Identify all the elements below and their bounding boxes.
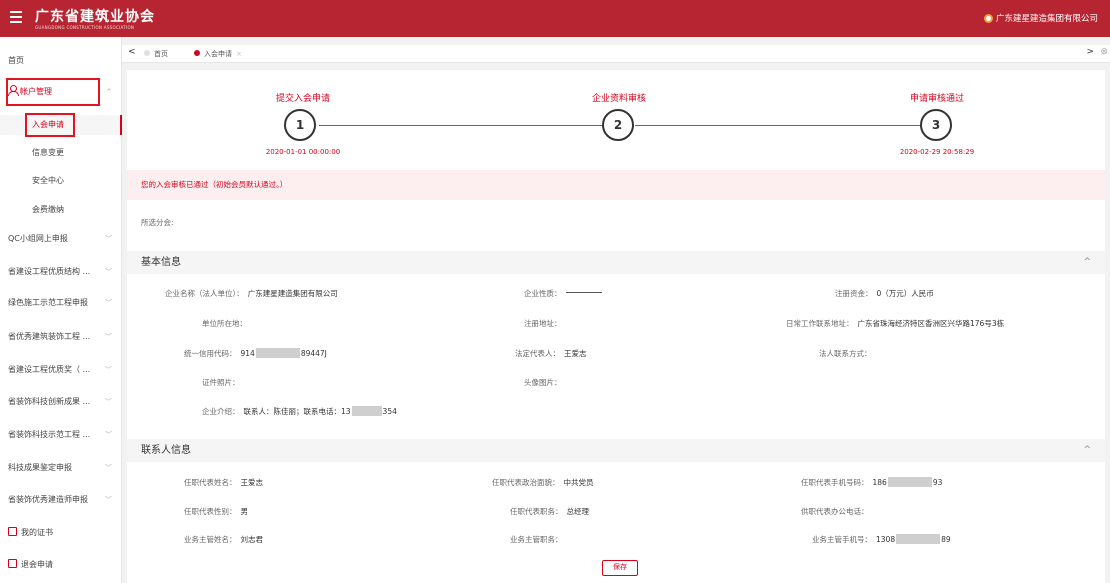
step-2-circle: 2 — [602, 109, 634, 141]
field-rep-phone: 任职代表手机号码： 186 93 — [801, 477, 943, 487]
logo-subtitle: GUANGDONG CONSTRUCTION ASSOCIATION — [35, 25, 135, 30]
chevron-up-icon: ^ — [106, 88, 112, 96]
sidebar-item-qc[interactable]: QC小组网上申报 ﹀ — [0, 229, 122, 249]
certificate-icon — [8, 527, 17, 536]
save-button[interactable]: 保存 — [602, 560, 638, 576]
field-cert-photo: 证件照片： — [202, 378, 240, 387]
chevron-down-icon: ﹀ — [105, 398, 112, 406]
sidebar-item-tech-demo[interactable]: 省装饰科技示范工程 ... ﹀ — [0, 425, 122, 445]
collapse-icon[interactable]: ^ — [1083, 439, 1091, 462]
sidebar-item-security[interactable]: 安全中心 — [0, 171, 122, 191]
chevron-down-icon: ﹀ — [105, 496, 112, 504]
redacted-mask — [887, 477, 932, 487]
tab-home[interactable]: 首页 — [144, 46, 168, 62]
chevron-down-icon: ﹀ — [105, 235, 112, 243]
highlight-box-account — [6, 78, 100, 106]
step-3-title: 申请审核通过 — [909, 94, 965, 104]
field-company-name: 企业名称（法人单位）： 广东建星建造集团有限公司 — [165, 289, 338, 298]
redacted-mask — [255, 348, 300, 358]
field-rep-name: 任职代表姓名： 王爱志 — [184, 478, 263, 487]
sidebar-item-info-change[interactable]: 信息变更 — [0, 143, 122, 163]
sidebar-item-quality-structure[interactable]: 省建设工程优质结构 ... ﹀ — [0, 262, 122, 282]
collapse-icon[interactable]: ^ — [1083, 251, 1091, 274]
tabs-next-button[interactable]: > — [1086, 47, 1094, 57]
main-content: 提交入会申请 企业资料审核 申请审核通过 1 2 3 2020-01-01 00… — [127, 70, 1105, 583]
sidebar-item-builder-award[interactable]: 省装饰优秀建造师申报 ﹀ — [0, 490, 122, 510]
tabs-bar: < 首页 入会申请 × > ⊗ — [122, 45, 1110, 63]
step-1-circle: 1 — [284, 109, 316, 141]
approval-alert: 您的入会审核已通过（初始会员默认通过。） — [127, 170, 1105, 200]
sidebar: 首页 帐户管理 ^ 入会申请 信息变更 安全中心 会费缴纳 QC小组网上申报 ﹀ … — [0, 37, 122, 583]
field-manager-title: 业务主管职务： — [510, 535, 563, 544]
sidebar-item-home[interactable]: 首页 — [0, 51, 122, 71]
sidebar-item-quality-award[interactable]: 省建设工程优质奖（ ... ﹀ — [0, 360, 122, 380]
step-connector — [635, 125, 921, 126]
tabs-close-all-icon[interactable]: ⊗ — [1100, 47, 1108, 57]
field-rep-politics: 任职代表政治面貌： 中共党员 — [492, 478, 594, 487]
redacted-mask — [896, 534, 941, 544]
tab-close-icon[interactable]: × — [236, 50, 242, 58]
withdraw-icon — [8, 559, 17, 568]
section-title: 联系人信息 — [141, 445, 191, 456]
field-credit-code: 统一信用代码： 914 89447J — [184, 348, 327, 358]
field-legal-contact: 法人联系方式： — [819, 349, 872, 358]
field-capital: 注册资金： 0（万元）人民币 — [835, 289, 934, 298]
field-manager-name: 业务主管姓名： 刘志君 — [184, 535, 263, 544]
sidebar-item-tech-innovation[interactable]: 省装饰科技创新成果 ... ﹀ — [0, 392, 122, 412]
field-intro: 企业介绍： 联系人：陈佳丽；联系电话：13 354 — [202, 406, 397, 416]
chevron-down-icon: ﹀ — [105, 431, 112, 439]
sidebar-item-withdraw[interactable]: 退会申请 — [0, 555, 122, 575]
chevron-down-icon: ﹀ — [105, 333, 112, 341]
tab-dot-icon — [194, 50, 200, 56]
chevron-down-icon: ﹀ — [105, 464, 112, 472]
highlight-box-join-apply — [25, 113, 75, 137]
field-reg-address: 注册地址： — [524, 319, 562, 328]
empty-dash — [565, 292, 602, 293]
tabs-prev-button[interactable]: < — [128, 47, 136, 57]
branch-label: 所选分会: — [141, 218, 174, 227]
step-3-circle: 3 — [920, 109, 952, 141]
field-location: 单位所在地： — [202, 319, 247, 328]
top-header: 广东省建筑业协会 GUANGDONG CONSTRUCTION ASSOCIAT… — [0, 0, 1110, 37]
field-rep-title: 任职代表职务： 总经理 — [510, 507, 589, 516]
step-connector — [319, 125, 603, 126]
field-work-address: 日常工作联系地址： 广东省珠海经济特区香洲区兴华路176号3栋 — [786, 319, 1005, 328]
section-title: 基本信息 — [141, 257, 181, 268]
section-contact-info[interactable]: 联系人信息 ^ — [127, 439, 1105, 462]
field-rep-gender: 任职代表性别：男 — [184, 507, 248, 516]
tab-join-apply[interactable]: 入会申请 × — [194, 46, 242, 62]
tab-dot-icon — [144, 50, 150, 56]
sidebar-item-fees[interactable]: 会费缴纳 — [0, 200, 122, 220]
company-name: 广东建星建造集团有限公司 — [995, 14, 1098, 24]
section-basic-info[interactable]: 基本信息 ^ — [127, 251, 1105, 274]
sidebar-item-certificate[interactable]: 我的证书 — [0, 523, 122, 543]
menu-icon[interactable] — [10, 11, 22, 25]
company-logo-icon — [983, 14, 993, 23]
chevron-down-icon: ﹀ — [105, 268, 112, 276]
sidebar-item-green-construction[interactable]: 绿色施工示范工程申报 ﹀ — [0, 293, 122, 313]
step-2-title: 企业资料审核 — [591, 94, 647, 104]
field-rep-office-phone: 供职代表办公电话： — [801, 507, 869, 516]
field-legal-rep: 法定代表人： 王爱志 — [515, 349, 587, 358]
step-3-time: 2020-02-29 20:58:29 — [899, 148, 975, 156]
chevron-down-icon: ﹀ — [105, 299, 112, 307]
redacted-mask — [351, 406, 382, 416]
logo-title: 广东省建筑业协会 — [35, 9, 155, 25]
field-company-nature: 企业性质： — [524, 288, 602, 299]
sidebar-item-decoration-project[interactable]: 省优秀建筑装饰工程 ... ﹀ — [0, 327, 122, 347]
step-1-title: 提交入会申请 — [275, 94, 331, 104]
sidebar-item-tech-appraisal[interactable]: 科技成果鉴定申报 ﹀ — [0, 458, 122, 478]
company-menu[interactable]: 广东建星建造集团有限公司 — [983, 12, 1098, 24]
chevron-down-icon: ﹀ — [105, 366, 112, 374]
field-manager-phone: 业务主管手机号： 1308 89 — [812, 534, 951, 544]
field-avatar: 头像图片： — [524, 378, 562, 387]
step-1-time: 2020-01-01 00:00:00 — [265, 148, 341, 156]
